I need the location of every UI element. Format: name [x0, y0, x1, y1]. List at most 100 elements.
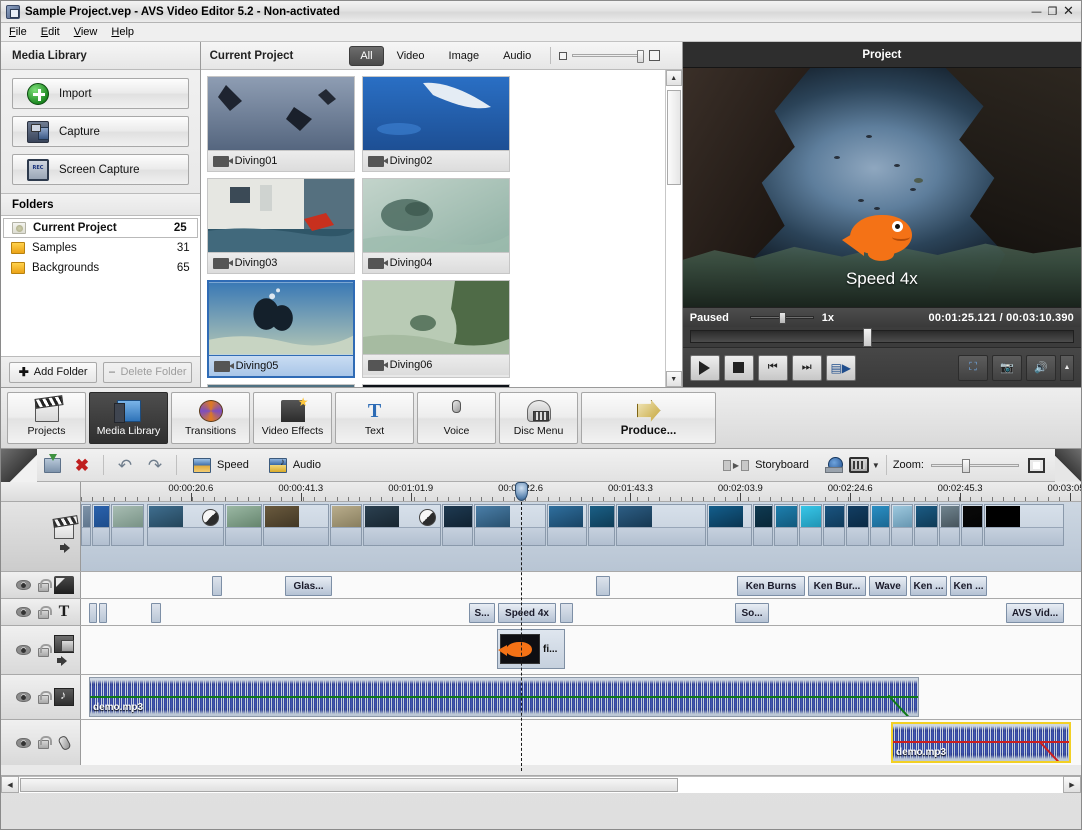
thumbnail-size-slider[interactable] — [559, 50, 660, 61]
track-body-video-effects[interactable]: Glas...Ken BurnsKen Bur...WaveKen ...Ken… — [81, 572, 1081, 598]
import-button[interactable]: Import — [12, 78, 189, 109]
track-body-audio-mix[interactable]: demo.mp3 — [81, 675, 1081, 719]
timeline-video-clip[interactable] — [474, 504, 546, 546]
snapshot-button[interactable]: 📷 — [992, 355, 1022, 381]
display-mode-button[interactable]: ▼ — [849, 452, 880, 478]
filter-video[interactable]: Video — [386, 46, 436, 66]
media-item[interactable]: Diving04 — [362, 178, 510, 274]
seek-bar-handle[interactable] — [863, 328, 872, 347]
fullscreen-button[interactable]: ⛶ — [958, 355, 988, 381]
visibility-eye-icon[interactable] — [16, 738, 31, 748]
undo-button[interactable]: ↶ — [110, 452, 140, 478]
timeline-effect-clip[interactable]: Ken Bur... — [808, 576, 866, 596]
visibility-eye-icon[interactable] — [16, 645, 31, 655]
visibility-eye-icon[interactable] — [16, 692, 31, 702]
timeline-video-clip[interactable] — [111, 504, 144, 546]
timeline-effect-clip[interactable]: Ken ... — [910, 576, 947, 596]
scrollbar-thumb[interactable] — [667, 90, 681, 185]
delete-folder-button[interactable]: − Delete Folder — [103, 362, 191, 383]
track-body-voice[interactable]: demo.mp3 — [81, 720, 1081, 765]
timeline-video-clip[interactable] — [939, 504, 960, 546]
speaker-icon[interactable] — [57, 656, 71, 666]
volume-envelope[interactable] — [90, 696, 918, 698]
filter-image[interactable]: Image — [438, 46, 491, 66]
delete-clip-button[interactable]: ✖ — [67, 452, 97, 478]
playback-speed-slider[interactable] — [750, 316, 814, 319]
storyboard-button[interactable]: ▶ Storyboard — [713, 459, 819, 471]
playback-speed-handle[interactable] — [779, 312, 786, 324]
tab-video-effects[interactable]: Video Effects — [253, 392, 332, 444]
maximize-icon[interactable]: ❐ — [1045, 5, 1060, 19]
timeline-text-clip[interactable]: Speed 4x — [498, 603, 556, 623]
timeline-text-clip[interactable] — [99, 603, 107, 623]
preview-render-button[interactable] — [819, 452, 849, 478]
unlock-icon[interactable] — [37, 736, 48, 749]
visibility-eye-icon[interactable] — [16, 580, 31, 590]
scroll-up-icon[interactable]: ▲ — [666, 70, 682, 86]
unlock-icon[interactable] — [37, 579, 48, 592]
timeline-video-clip[interactable] — [823, 504, 845, 546]
track-header-video-effects[interactable] — [1, 572, 81, 598]
scroll-left-icon[interactable]: ◀ — [1, 776, 19, 793]
scroll-right-icon[interactable]: ▶ — [1063, 776, 1081, 793]
timeline-video-clip[interactable] — [442, 504, 473, 546]
volume-button[interactable]: 🔊 — [1026, 355, 1056, 381]
timeline-overlay-clip[interactable]: fi... — [497, 629, 565, 669]
redo-button[interactable]: ↷ — [140, 452, 170, 478]
fit-to-window-icon[interactable] — [1028, 458, 1045, 473]
tab-produce[interactable]: Produce... — [581, 392, 716, 444]
timeline-text-clip[interactable]: AVS Vid... — [1006, 603, 1064, 623]
media-item[interactable]: Diving02 — [362, 76, 510, 172]
timeline-audio-clip[interactable]: demo.mp3 — [89, 677, 919, 717]
timeline-effect-clip[interactable]: Wave — [869, 576, 907, 596]
volume-expand-button[interactable]: ▲ — [1060, 355, 1074, 381]
zoom-slider-track[interactable] — [931, 464, 1019, 467]
timeline-video-clip[interactable] — [870, 504, 890, 546]
timeline-scrollbar-track[interactable] — [19, 776, 1063, 793]
play-button[interactable] — [690, 355, 720, 381]
seek-bar-track[interactable] — [690, 330, 1074, 343]
menu-item-help[interactable]: Help — [111, 26, 134, 38]
timeline-scrollbar-thumb[interactable] — [20, 778, 678, 792]
zoom-slider-handle[interactable] — [962, 459, 970, 473]
timeline-video-clip[interactable] — [799, 504, 822, 546]
next-frame-button[interactable]: ⏭ — [792, 355, 822, 381]
media-item[interactable]: Diving06 — [362, 280, 510, 378]
timeline-video-clip[interactable] — [914, 504, 938, 546]
track-header-text[interactable]: T — [1, 599, 81, 625]
menu-item-view[interactable]: View — [74, 26, 98, 38]
track-body-overlay[interactable]: fi... — [81, 626, 1081, 674]
filter-all[interactable]: All — [349, 46, 383, 66]
timeline-video-clip[interactable] — [707, 504, 752, 546]
tab-voice[interactable]: Voice — [417, 392, 496, 444]
timeline-video-clip[interactable] — [961, 504, 983, 546]
tab-disc-menu[interactable]: Disc Menu — [499, 392, 578, 444]
tab-transitions[interactable]: Transitions — [171, 392, 250, 444]
timeline-video-clip[interactable] — [846, 504, 869, 546]
tab-projects[interactable]: Projects — [7, 392, 86, 444]
track-header-video[interactable] — [1, 502, 81, 571]
split-clip-button[interactable]: ▤▶ — [826, 355, 856, 381]
timeline-video-clip[interactable] — [984, 504, 1064, 546]
timeline-ruler[interactable]: 00:00:20.600:00:41.300:01:01.900:01:22.6… — [81, 482, 1081, 501]
visibility-eye-icon[interactable] — [16, 607, 31, 617]
timeline-effect-clip[interactable]: Ken ... — [950, 576, 987, 596]
close-icon[interactable]: ✕ — [1061, 5, 1076, 19]
timeline-effect-clip[interactable]: Glas... — [285, 576, 332, 596]
timeline-text-clip[interactable]: S... — [469, 603, 495, 623]
capture-button[interactable]: Capture — [12, 116, 189, 147]
timeline-text-clip[interactable] — [89, 603, 97, 623]
tab-media-library[interactable]: Media Library — [89, 392, 168, 444]
track-body-text[interactable]: S...Speed 4x So... AVS Vid... — [81, 599, 1081, 625]
timeline-text-clip[interactable]: So... — [735, 603, 769, 623]
scrollbar-track[interactable] — [666, 86, 682, 371]
previous-frame-button[interactable]: ⏮ — [758, 355, 788, 381]
timeline-video-clip[interactable] — [330, 504, 362, 546]
timeline-video-clip[interactable]: D... — [363, 504, 441, 546]
timeline-video-clip[interactable] — [92, 504, 110, 546]
speaker-icon[interactable] — [60, 543, 74, 553]
folder-item-backgrounds[interactable]: Backgrounds 65 — [1, 258, 200, 278]
unlock-icon[interactable] — [37, 691, 48, 704]
timeline-video-clip[interactable] — [588, 504, 615, 546]
screen-capture-button[interactable]: Screen Capture — [12, 154, 189, 185]
